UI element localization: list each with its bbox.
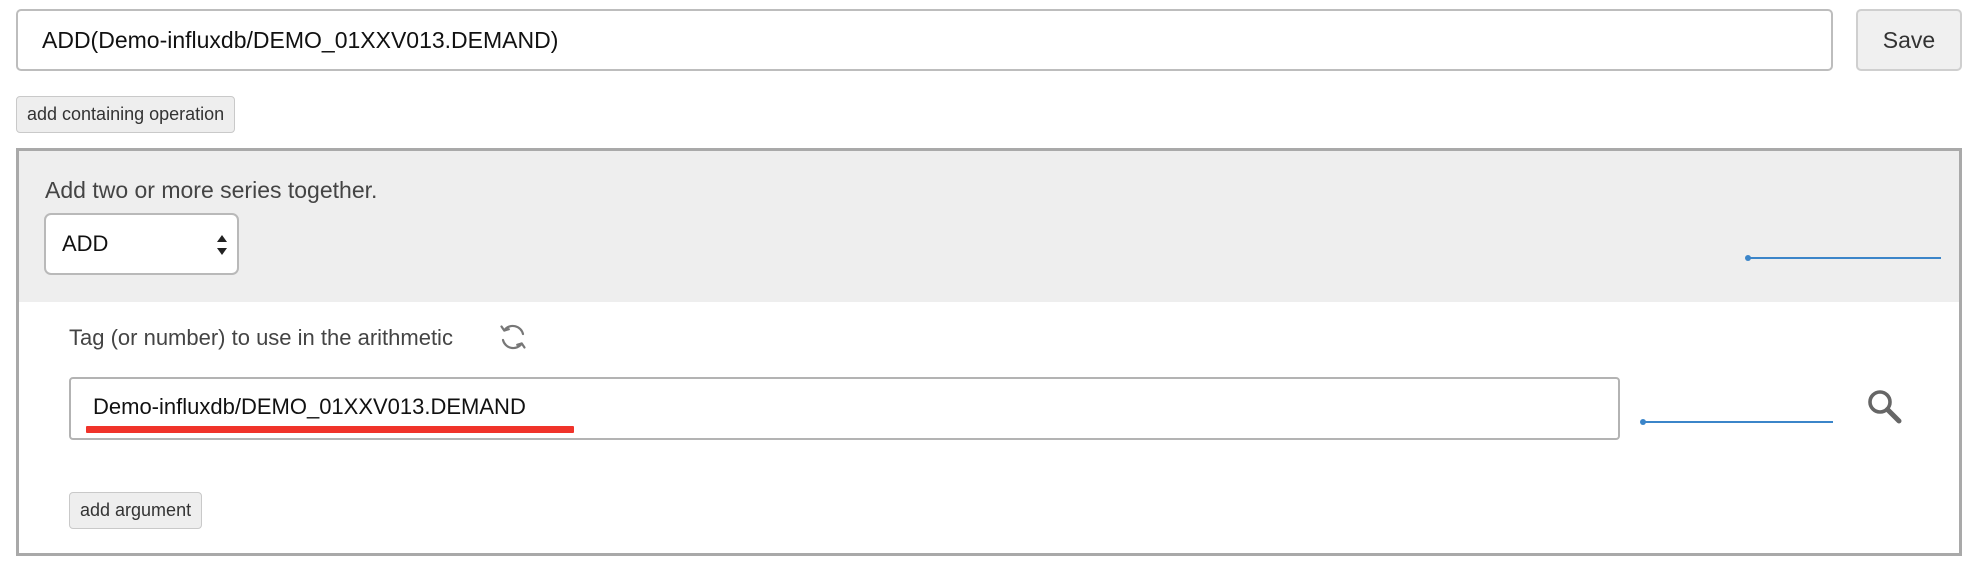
chevron-up-down-icon [217, 235, 227, 255]
save-button[interactable]: Save [1856, 9, 1962, 71]
add-containing-operation-button[interactable]: add containing operation [16, 96, 236, 133]
operation-select-value: ADD [62, 231, 109, 256]
expression-input[interactable] [16, 9, 1833, 71]
operation-select[interactable]: ADD [44, 213, 239, 275]
header-line-marker [1748, 257, 1941, 259]
argument-line-marker [1643, 421, 1833, 423]
operation-header: Add two or more series together. ADD [19, 151, 1959, 302]
operation-description: Add two or more series together. [45, 177, 378, 203]
add-argument-button[interactable]: add argument [69, 492, 203, 529]
argument-label: Tag (or number) to use in the arithmetic [69, 325, 453, 350]
tag-highlight-underline [86, 426, 574, 433]
operation-panel: Add two or more series together. ADD Tag… [16, 148, 1962, 556]
refresh-icon[interactable] [498, 322, 528, 352]
tag-input[interactable] [93, 391, 1593, 423]
search-icon[interactable] [1864, 386, 1904, 426]
tag-input-box[interactable] [69, 377, 1620, 440]
